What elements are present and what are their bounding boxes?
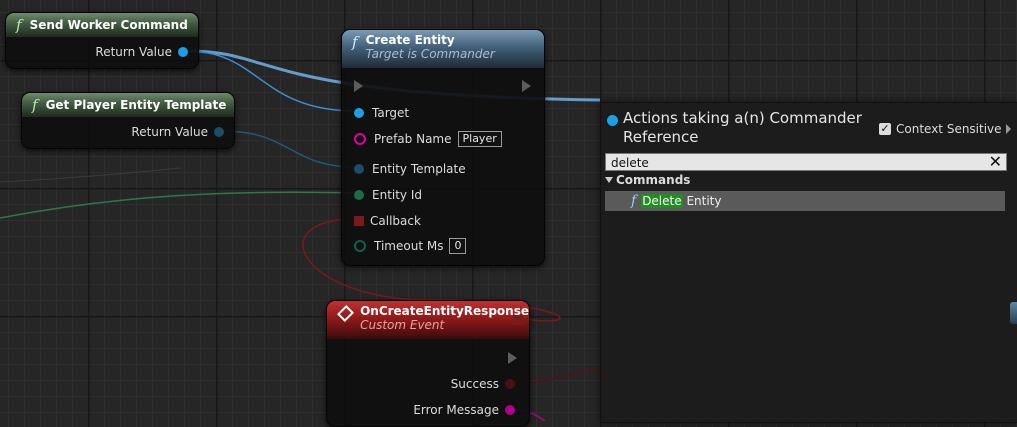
node-subtitle: Target is Commander xyxy=(365,47,495,61)
checkbox-checked-icon[interactable]: ✓ xyxy=(879,123,891,135)
object-reference-icon xyxy=(607,115,618,126)
prefab-name-input[interactable]: Player xyxy=(457,131,502,147)
pin-label: Return Value xyxy=(95,45,172,59)
node-title: Get Player Entity Template xyxy=(45,98,227,112)
node-subtitle: Custom Event xyxy=(360,318,445,332)
function-icon: f xyxy=(32,96,38,114)
context-sensitive-label: Context Sensitive xyxy=(896,122,1002,136)
number-pin[interactable] xyxy=(354,240,366,252)
action-search-input[interactable]: delete ✕ xyxy=(605,153,1007,171)
pin-label: Success xyxy=(450,377,499,391)
clear-search-icon[interactable]: ✕ xyxy=(989,153,1002,171)
pin-label: Entity Id xyxy=(372,188,423,202)
function-icon: f xyxy=(631,193,637,209)
entity-id-pin-row[interactable]: Entity Id xyxy=(354,188,422,202)
return-value-pin-row[interactable]: Return Value xyxy=(131,125,224,139)
error-message-pin-row[interactable]: Error Message xyxy=(413,403,515,417)
context-sensitive-toggle[interactable]: ✓ Context Sensitive xyxy=(879,122,1011,136)
create-entity-header[interactable]: f Create Entity Target is Commander xyxy=(342,30,544,68)
callback-pin-row[interactable]: Callback xyxy=(354,214,421,228)
on-create-entity-response-node[interactable]: OnCreateEntityResponse Custom Event Succ… xyxy=(326,300,530,427)
get-player-entity-template-node[interactable]: f Get Player Entity Template Return Valu… xyxy=(21,92,235,149)
offscreen-node-edge[interactable] xyxy=(1010,302,1017,324)
collapse-triangle-icon[interactable] xyxy=(605,177,613,183)
delegate-pin[interactable] xyxy=(354,216,364,226)
struct-pin[interactable] xyxy=(354,190,364,200)
pin-label: Callback xyxy=(370,214,421,228)
exec-out-pin[interactable] xyxy=(522,80,531,92)
create-entity-node[interactable]: f Create Entity Target is Commander Targ… xyxy=(341,29,545,266)
timeout-pin-row[interactable]: Timeout Ms 0 xyxy=(354,238,467,254)
node-title: OnCreateEntityResponse xyxy=(360,304,529,318)
action-menu[interactable]: Actions taking a(n) Commander Reference … xyxy=(600,102,1017,423)
function-icon: f xyxy=(16,16,22,34)
get-player-entity-template-header[interactable]: f Get Player Entity Template xyxy=(22,93,234,117)
prefab-name-pin-row[interactable]: Prefab Name Player xyxy=(354,131,502,147)
chevron-right-icon[interactable] xyxy=(1005,124,1011,134)
function-icon: f xyxy=(352,33,358,51)
success-pin-row[interactable]: Success xyxy=(451,377,515,391)
pin-label: Return Value xyxy=(131,125,208,139)
send-worker-command-header[interactable]: f Send Worker Command xyxy=(6,13,198,37)
pin-label: Prefab Name xyxy=(374,132,452,146)
return-value-pin-row[interactable]: Return Value xyxy=(95,45,188,59)
action-item-delete-entity[interactable]: f Delete Entity xyxy=(605,191,1005,211)
category-label: Commands xyxy=(616,173,691,187)
entity-template-pin-row[interactable]: Entity Template xyxy=(354,162,466,176)
action-item-label-rest: Entity xyxy=(682,194,722,208)
node-title: Create Entity xyxy=(365,33,455,47)
timeout-input[interactable]: 0 xyxy=(449,238,467,254)
pin-label: Error Message xyxy=(413,403,499,417)
pin-label: Entity Template xyxy=(372,162,466,176)
pin-label: Target xyxy=(372,106,410,120)
node-title: Send Worker Command xyxy=(29,18,188,32)
object-pin[interactable] xyxy=(178,47,188,57)
pin-label: Timeout Ms xyxy=(374,239,444,253)
on-create-entity-response-header[interactable]: OnCreateEntityResponse Custom Event xyxy=(327,301,529,339)
object-pin[interactable] xyxy=(354,108,364,118)
struct-pin[interactable] xyxy=(354,164,364,174)
action-menu-title: Actions taking a(n) Commander Reference xyxy=(623,109,862,146)
search-value: delete xyxy=(611,156,649,170)
search-match-highlight: Delete xyxy=(641,194,683,208)
string-pin[interactable] xyxy=(505,405,515,415)
string-pin[interactable] xyxy=(354,133,366,145)
bool-pin[interactable] xyxy=(505,379,515,389)
event-icon xyxy=(337,304,355,323)
target-pin-row[interactable]: Target xyxy=(354,106,409,120)
exec-in-pin[interactable] xyxy=(354,80,363,92)
send-worker-command-node[interactable]: f Send Worker Command Return Value xyxy=(5,12,199,69)
exec-out-pin[interactable] xyxy=(508,352,517,364)
delegate-out-pin[interactable] xyxy=(513,315,523,325)
category-commands[interactable]: Commands xyxy=(605,173,690,187)
struct-pin[interactable] xyxy=(214,127,224,137)
